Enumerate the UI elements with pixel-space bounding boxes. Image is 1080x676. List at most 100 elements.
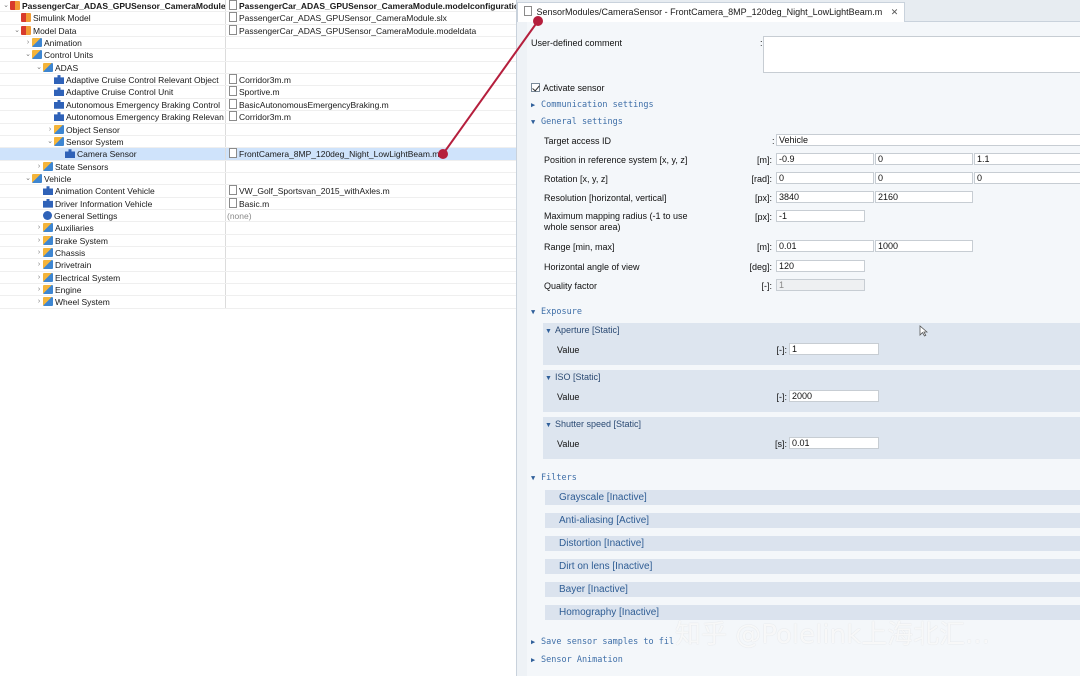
chevron-right-icon[interactable]: › [24,37,32,48]
tree-name-cell[interactable]: ⌄ PassengerCar_ADAS_GPUSensor_CameraModul… [0,0,226,12]
chevron-down-icon[interactable]: ⌄ [46,136,54,147]
tree-row[interactable]: ⌄ Model Data PassengerCar_ADAS_GPUSensor_C… [0,24,516,38]
tree-value-cell[interactable] [227,296,516,307]
tree-name-cell[interactable]: ⌄ Sensor System [0,135,226,148]
chevron-right-icon[interactable]: › [35,272,43,283]
tree-name-cell[interactable]: Autonomous Emergency Braking Control [0,98,226,111]
range-max-field[interactable]: 1000 [875,240,973,252]
tree-name-cell[interactable]: › Engine [0,284,226,296]
tree-name-cell[interactable]: › Brake System [0,234,226,247]
filter-grayscale[interactable]: Grayscale [Inactive] [545,490,1080,505]
position-y-field[interactable]: 0 [875,153,973,165]
chevron-right-icon[interactable]: › [35,161,43,172]
section-exposure[interactable]: ▼ Exposure [531,307,582,317]
tree-value-cell[interactable]: FrontCamera_8MP_120deg_Night_LowLightBea… [227,148,516,159]
chevron-down-icon[interactable]: ⌄ [13,25,21,36]
tree-row[interactable]: ⌄ PassengerCar_ADAS_GPUSensor_CameraModul… [0,0,516,13]
tree-row[interactable]: Simulink Model PassengerCar_ADAS_GPUSenso… [0,12,516,25]
iso-header[interactable]: ▼ ISO [Static] [545,372,601,382]
tree-value-cell[interactable]: PassengerCar_ADAS_GPUSensor_CameraModule… [227,0,516,11]
tree-row[interactable]: › Auxiliaries [0,222,516,235]
chevron-right-icon[interactable]: › [35,222,43,233]
section-sensor-animation[interactable]: ▶ Sensor Animation [531,655,623,665]
chevron-down-icon[interactable]: ⌄ [24,49,32,60]
shutter-value-field[interactable]: 0.01 [789,437,879,449]
tree-value-cell[interactable]: (none) [227,210,516,221]
chevron-right-icon[interactable]: › [35,296,43,307]
rotation-z-field[interactable]: 0 [974,172,1080,184]
close-icon[interactable]: ✕ [891,7,899,17]
tree-value-cell[interactable] [227,222,516,233]
tree-name-cell[interactable]: Driver Information Vehicle [0,197,226,209]
tree-row[interactable]: Adaptive Cruise Control Unit Sportive.m [0,86,516,99]
chevron-down-icon[interactable]: ⌄ [2,0,10,11]
model-tree[interactable]: ⌄ PassengerCar_ADAS_GPUSensor_CameraModul… [0,0,516,310]
tree-value-cell[interactable]: Basic.m [227,197,516,209]
tree-name-cell[interactable]: Adaptive Cruise Control Unit [0,86,226,98]
section-filters[interactable]: ▼ Filters [531,473,577,483]
tree-name-cell[interactable]: ⌄ ADAS [0,61,226,74]
position-x-field[interactable]: -0.9 [776,153,874,165]
tree-row[interactable]: › Chassis [0,247,516,260]
shutter-header[interactable]: ▼ Shutter speed [Static] [545,419,641,429]
tree-value-cell[interactable]: Corridor3m.m [227,74,516,85]
tree-name-cell[interactable]: › Wheel System [0,296,226,308]
tree-row[interactable]: ⌄ ADAS [0,61,516,75]
chevron-right-icon[interactable]: › [35,235,43,246]
horizontal-angle-field[interactable]: 120 [776,260,865,272]
tree-row[interactable]: › Animation [0,37,516,50]
iso-value-field[interactable]: 2000 [789,390,879,402]
tree-value-cell[interactable] [227,247,516,258]
tree-row[interactable]: › Electrical System [0,271,516,285]
tree-value-cell[interactable] [227,259,516,270]
tree-value-cell[interactable]: Sportive.m [227,86,516,97]
tree-value-cell[interactable]: BasicAutonomousEmergencyBraking.m [227,98,516,110]
tree-row[interactable]: General Settings (none) [0,209,516,223]
activate-sensor-row[interactable]: Activate sensor [531,83,605,93]
filter-bayer[interactable]: Bayer [Inactive] [545,582,1080,597]
editor-tab[interactable]: SensorModules/CameraSensor - FrontCamera… [517,2,906,22]
tree-name-cell[interactable]: › State Sensors [0,160,226,172]
tree-name-cell[interactable]: › Electrical System [0,271,226,284]
tree-name-cell[interactable]: Simulink Model [0,12,226,24]
tree-row[interactable]: › Engine [0,284,516,297]
tree-row[interactable]: ⌄ Sensor System [0,135,516,149]
mapping-radius-field[interactable]: -1 [776,210,865,222]
chevron-right-icon[interactable]: › [35,259,43,270]
activate-sensor-checkbox[interactable] [531,83,540,92]
tree-value-cell[interactable]: PassengerCar_ADAS_GPUSensor_CameraModule… [227,12,516,23]
filter-distortion[interactable]: Distortion [Inactive] [545,536,1080,551]
tree-name-cell[interactable]: Camera Sensor [0,148,226,160]
rotation-y-field[interactable]: 0 [875,172,973,184]
tree-name-cell[interactable]: › Animation [0,37,226,49]
tree-name-cell[interactable]: ⌄ Vehicle [0,172,226,185]
chevron-right-icon[interactable]: › [46,124,54,135]
tree-row[interactable]: ⌄ Vehicle [0,172,516,186]
tree-value-cell[interactable] [227,272,516,283]
tree-value-cell[interactable] [227,62,516,73]
tree-name-cell[interactable]: General Settings [0,209,226,222]
tree-name-cell[interactable]: › Auxiliaries [0,222,226,234]
comment-field[interactable] [763,36,1080,73]
tree-value-cell[interactable]: PassengerCar_ADAS_GPUSensor_CameraModule… [227,24,516,36]
tree-name-cell[interactable]: ⌄ Control Units [0,49,226,61]
tree-value-cell[interactable]: VW_Golf_Sportsvan_2015_withAxles.m [227,185,516,196]
tree-value-cell[interactable] [227,161,516,172]
filter-dirt-on-lens[interactable]: Dirt on lens [Inactive] [545,559,1080,574]
tree-row[interactable]: ⌄ Control Units [0,49,516,62]
tree-row[interactable]: Adaptive Cruise Control Relevant Object C… [0,74,516,87]
tree-row[interactable]: › Object Sensor [0,123,516,136]
tree-value-cell[interactable] [227,124,516,135]
chevron-right-icon[interactable]: › [35,284,43,295]
tree-row[interactable]: Driver Information Vehicle Basic.m [0,197,516,210]
tree-row[interactable]: › Brake System [0,234,516,248]
aperture-header[interactable]: ▼ Aperture [Static] [545,325,620,335]
tree-row[interactable]: › State Sensors [0,160,516,173]
tree-value-cell[interactable] [227,37,516,48]
tree-name-cell[interactable]: Animation Content Vehicle [0,185,226,197]
tree-row[interactable]: Camera Sensor FrontCamera_8MP_120deg_Nigh… [0,148,516,161]
tree-row[interactable]: Autonomous Emergency Braking Control Basi… [0,98,516,112]
tree-row[interactable]: Animation Content Vehicle VW_Golf_Sportsv… [0,185,516,198]
tree-row[interactable]: › Wheel System [0,296,516,309]
tree-value-cell[interactable] [227,173,516,184]
